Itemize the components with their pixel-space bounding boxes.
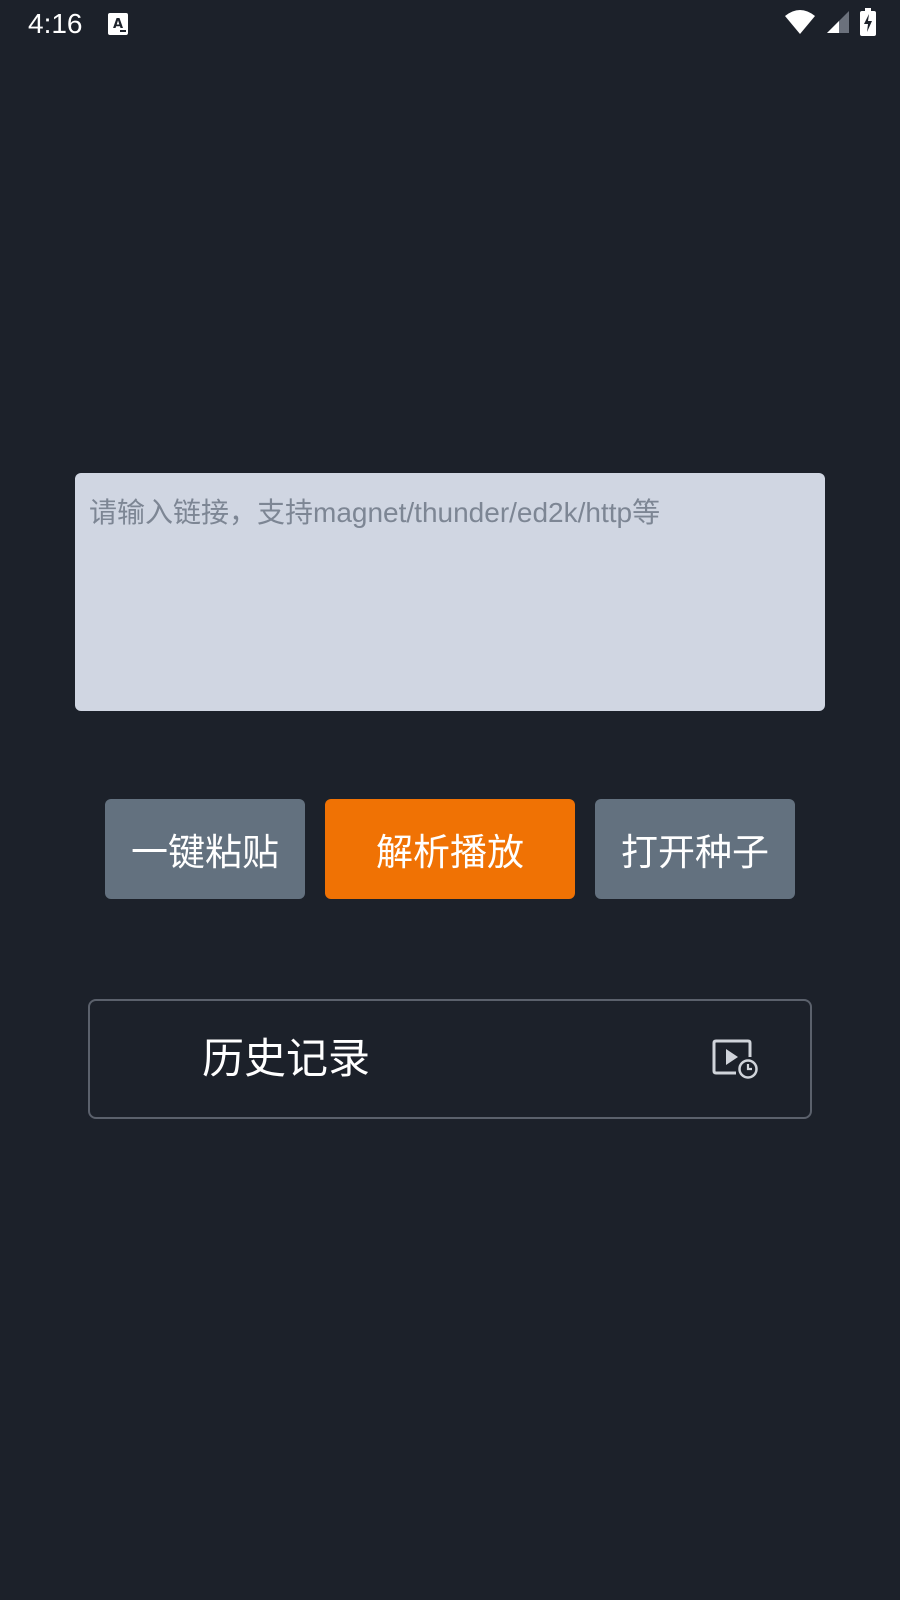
link-input[interactable] xyxy=(75,473,825,711)
history-button[interactable]: 历史记录 xyxy=(88,999,812,1119)
parse-play-button[interactable]: 解析播放 xyxy=(325,799,575,899)
open-torrent-button[interactable]: 打开种子 xyxy=(595,799,795,899)
play-history-icon xyxy=(712,1039,758,1079)
history-label: 历史记录 xyxy=(202,1034,371,1083)
svg-text:A: A xyxy=(113,17,123,32)
status-bar: 4:16 A xyxy=(0,0,900,50)
battery-charging-icon xyxy=(860,8,876,40)
cell-signal-icon xyxy=(826,10,850,38)
status-time: 4:16 xyxy=(28,8,83,39)
paste-button[interactable]: 一键粘贴 xyxy=(105,799,305,899)
wifi-icon xyxy=(784,9,816,39)
a-notification-icon: A xyxy=(108,13,128,35)
status-icons xyxy=(784,8,876,40)
